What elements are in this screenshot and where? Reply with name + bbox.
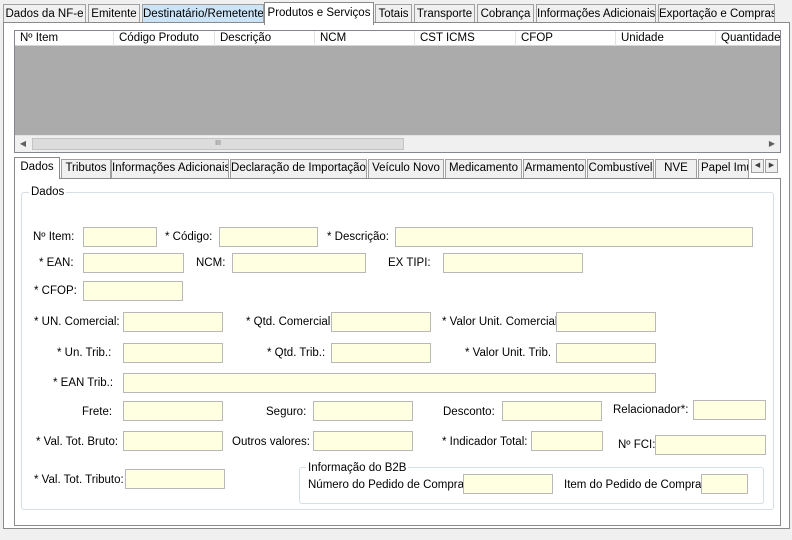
- tab-totais[interactable]: Totais: [375, 4, 412, 24]
- produtos-panel: Nº Item Código Produto Descrição NCM CST…: [3, 22, 790, 529]
- subtab-declaracao-de-importacao[interactable]: Declaração de Importação: [230, 159, 367, 178]
- ncm-label: NCM:: [196, 257, 226, 269]
- tab-produtos-e-servicos[interactable]: Produtos e Serviços: [264, 2, 374, 25]
- subtab-armamento[interactable]: Armamento: [523, 159, 586, 178]
- frete-field[interactable]: [123, 401, 223, 421]
- tab-destinatario-remetente[interactable]: Destinatário/Remetente: [142, 4, 264, 24]
- n-item-field[interactable]: [83, 227, 157, 247]
- relacionador-field[interactable]: [693, 400, 766, 420]
- n-fci-field[interactable]: [655, 435, 766, 455]
- valor-unit-trib-field[interactable]: [556, 343, 656, 363]
- tab-scroll-right-icon[interactable]: ▶: [765, 159, 778, 173]
- relacionador-label: Relacionador*:: [613, 404, 689, 416]
- subtab-papel-imune[interactable]: Papel Imu: [698, 159, 749, 178]
- subtab-informacoes-adicionais[interactable]: Informações Adicionais: [111, 159, 229, 178]
- un-trib-field[interactable]: [123, 343, 223, 363]
- ean-label: * EAN:: [39, 257, 74, 269]
- un-comercial-field[interactable]: [123, 312, 223, 332]
- qtd-trib-label: * Qtd. Trib.:: [267, 347, 326, 359]
- val-tot-tributo-label: * Val. Tot. Tributo:: [34, 474, 124, 486]
- outros-valores-field[interactable]: [313, 431, 413, 451]
- grid-header: Nº Item Código Produto Descrição NCM CST…: [15, 31, 780, 46]
- seguro-label: Seguro:: [266, 406, 307, 418]
- descricao-label: * Descrição:: [327, 231, 389, 243]
- indicador-total-field[interactable]: [531, 431, 603, 451]
- dados-panel: Dados Nº Item: * Código: * Descrição: * …: [14, 178, 781, 526]
- desconto-field[interactable]: [502, 401, 602, 421]
- ncm-field[interactable]: [232, 253, 366, 273]
- subtab-combustivel[interactable]: Combustível: [587, 159, 654, 178]
- ean-trib-label: * EAN Trib.:: [53, 377, 114, 389]
- seguro-field[interactable]: [313, 401, 413, 421]
- descricao-field[interactable]: [395, 227, 753, 247]
- grid-column-header[interactable]: Descrição: [215, 31, 315, 46]
- ex-tipi-field[interactable]: [443, 253, 583, 273]
- item-pedido-field[interactable]: [701, 474, 748, 494]
- grid-horizontal-scrollbar[interactable]: ◀ III ▶: [15, 135, 780, 152]
- tab-scroll-left-icon[interactable]: ◀: [751, 159, 764, 173]
- tab-cobranca[interactable]: Cobrança: [477, 4, 534, 24]
- grid-column-header[interactable]: Nº Item: [15, 31, 114, 46]
- valor-unit-comercial-label: * Valor Unit. Comercial:: [442, 316, 561, 328]
- b2b-group-legend: Informação do B2B: [306, 461, 409, 475]
- val-tot-bruto-label: * Val. Tot. Bruto:: [36, 436, 119, 448]
- grid-column-header[interactable]: CST ICMS: [415, 31, 516, 46]
- frete-label: Frete:: [82, 406, 113, 418]
- tab-dados-da-nfe[interactable]: Dados da NF-e: [3, 4, 86, 24]
- tab-emitente[interactable]: Emitente: [88, 4, 140, 24]
- tab-exportacao-e-compras[interactable]: Exportação e Compras: [658, 4, 775, 24]
- codigo-label: * Código:: [165, 231, 213, 243]
- numero-pedido-label: Número do Pedido de Compra:: [308, 479, 468, 491]
- n-fci-label: Nº FCI:: [618, 439, 656, 451]
- ean-trib-field[interactable]: [123, 373, 656, 393]
- outros-valores-label: Outros valores:: [232, 436, 310, 448]
- grid-column-header[interactable]: Código Produto: [114, 31, 215, 46]
- cfop-field[interactable]: [83, 281, 183, 301]
- subtab-veiculo-novo[interactable]: Veículo Novo: [368, 159, 444, 178]
- valor-unit-trib-label: * Valor Unit. Trib.: [465, 347, 552, 359]
- grid-column-header[interactable]: NCM: [315, 31, 415, 46]
- n-item-label: Nº Item:: [33, 231, 75, 243]
- codigo-field[interactable]: [219, 227, 318, 247]
- qtd-comercial-field[interactable]: [331, 312, 431, 332]
- indicador-total-label: * Indicador Total:: [442, 436, 528, 448]
- ean-field[interactable]: [83, 253, 184, 273]
- scrollbar-thumb[interactable]: III: [32, 138, 404, 150]
- cfop-label: * CFOP:: [34, 285, 77, 297]
- grid-column-header[interactable]: Quantidade: [716, 31, 780, 46]
- products-grid[interactable]: Nº Item Código Produto Descrição NCM CST…: [14, 30, 781, 153]
- tab-informacoes-adicionais[interactable]: Informações Adicionais: [536, 4, 656, 24]
- un-comercial-label: * UN. Comercial:: [34, 316, 120, 328]
- un-trib-label: * Un. Trib.:: [57, 347, 112, 359]
- subtab-tributos[interactable]: Tributos: [61, 159, 111, 178]
- qtd-trib-field[interactable]: [331, 343, 431, 363]
- val-tot-bruto-field[interactable]: [123, 431, 223, 451]
- valor-unit-comercial-field[interactable]: [556, 312, 656, 332]
- scroll-left-arrow-icon[interactable]: ◀: [15, 136, 31, 152]
- subtab-nve[interactable]: NVE: [655, 159, 697, 178]
- subtab-dados[interactable]: Dados: [14, 157, 60, 179]
- grid-column-header[interactable]: Unidade: [616, 31, 716, 46]
- subtab-medicamento[interactable]: Medicamento: [445, 159, 522, 178]
- desconto-label: Desconto:: [443, 406, 495, 418]
- dados-group-legend: Dados: [29, 185, 67, 199]
- ex-tipi-label: EX TIPI:: [388, 257, 431, 269]
- numero-pedido-field[interactable]: [463, 474, 553, 494]
- item-pedido-label: Item do Pedido de Compra:: [564, 479, 705, 491]
- qtd-comercial-label: * Qtd. Comercial:: [246, 316, 334, 328]
- scroll-right-arrow-icon[interactable]: ▶: [764, 136, 780, 152]
- grid-column-header[interactable]: CFOP: [516, 31, 616, 46]
- tab-transporte[interactable]: Transporte: [414, 4, 475, 24]
- val-tot-tributo-field[interactable]: [125, 469, 225, 489]
